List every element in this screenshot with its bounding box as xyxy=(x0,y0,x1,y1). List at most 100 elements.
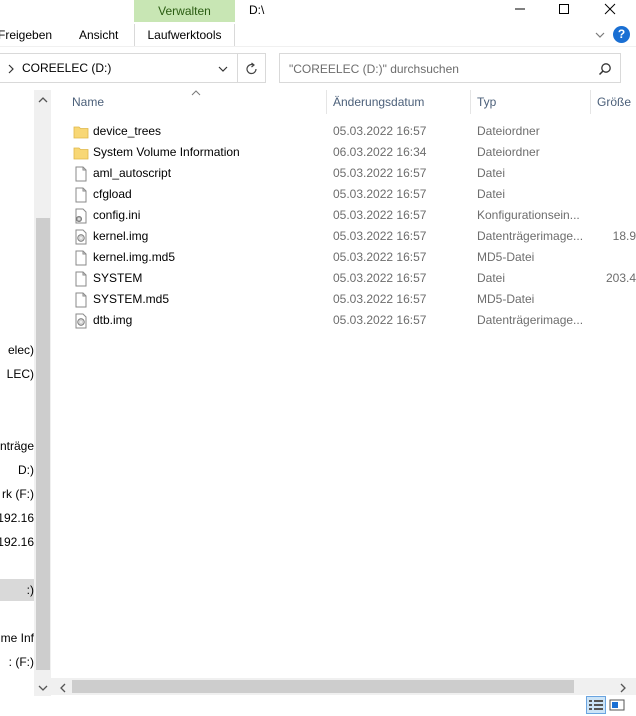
contextual-tab-verwalten[interactable]: Verwalten xyxy=(134,0,235,22)
help-button[interactable]: ? xyxy=(613,26,630,43)
chevron-down-icon xyxy=(218,66,228,72)
column-divider[interactable] xyxy=(590,90,591,114)
file-name[interactable]: dtb.img xyxy=(93,310,132,331)
tab-laufwerktools[interactable]: Laufwerktools xyxy=(134,24,235,46)
column-header-name[interactable]: Name xyxy=(72,90,104,114)
nav-item-label: :) xyxy=(26,583,34,597)
search-icon[interactable] xyxy=(598,62,612,76)
file-type: Datenträgerimage... xyxy=(477,229,584,243)
config-file-icon xyxy=(73,208,89,224)
refresh-icon xyxy=(246,62,257,75)
file-row[interactable]: SYSTEM.md5 05.03.2022 16:57 MD5-Datei xyxy=(67,289,636,310)
column-divider[interactable] xyxy=(470,90,471,114)
address-history-dropdown[interactable] xyxy=(217,63,229,75)
file-row[interactable]: kernel.img 05.03.2022 16:57 Datenträgerima… xyxy=(67,226,636,247)
column-header-size[interactable]: Größe xyxy=(597,90,631,114)
chevron-up-icon xyxy=(38,97,48,103)
minimize-button[interactable] xyxy=(497,0,543,18)
file-row[interactable]: aml_autoscript 05.03.2022 16:57 Datei xyxy=(67,163,636,184)
nav-item-label: elec) xyxy=(7,343,34,357)
file-icon xyxy=(73,271,89,287)
file-name[interactable]: device_trees xyxy=(93,121,161,142)
file-date: 05.03.2022 16:57 xyxy=(333,292,427,306)
nav-item-label: 192.16 xyxy=(0,511,34,525)
nav-scrollbar-thumb[interactable] xyxy=(36,218,50,670)
breadcrumb-chevron-icon[interactable] xyxy=(7,64,15,77)
nav-item[interactable]: rk (F:) xyxy=(0,483,34,505)
nav-item[interactable]: 192.16 xyxy=(0,531,34,553)
file-name[interactable]: aml_autoscript xyxy=(93,163,171,184)
scroll-right-button[interactable] xyxy=(618,682,628,693)
disk-image-icon xyxy=(73,229,89,245)
file-row[interactable]: System Volume Information 06.03.2022 16:3… xyxy=(67,142,636,163)
file-size: 203.4 xyxy=(605,271,636,285)
details-view-button[interactable] xyxy=(586,696,606,714)
search-input[interactable]: "COREELEC (D:)" durchsuchen xyxy=(279,53,621,83)
file-type: Datei xyxy=(477,187,506,201)
close-button[interactable] xyxy=(587,0,633,18)
large-icons-view-button[interactable] xyxy=(608,697,626,713)
file-name[interactable]: SYSTEM xyxy=(93,268,142,289)
file-row[interactable]: cfgload 05.03.2022 16:57 Datei xyxy=(67,184,636,205)
file-icon xyxy=(73,250,89,266)
file-icon xyxy=(73,292,89,308)
horizontal-scrollbar-thumb[interactable] xyxy=(72,680,574,693)
nav-item-selected[interactable]: :) xyxy=(0,579,34,601)
file-row[interactable]: device_trees 05.03.2022 16:57 Dateiordner xyxy=(67,121,636,142)
column-divider[interactable] xyxy=(326,90,327,114)
file-row[interactable]: dtb.img 05.03.2022 16:57 Datenträgerimage.… xyxy=(67,310,636,331)
file-icon xyxy=(73,166,89,182)
address-path[interactable]: COREELEC (D:) xyxy=(22,61,111,75)
file-row[interactable]: SYSTEM 05.03.2022 16:57 Datei 203.4 xyxy=(67,268,636,289)
file-name[interactable]: kernel.img xyxy=(93,226,148,247)
nav-item[interactable]: elec) xyxy=(0,339,34,361)
file-type: Datenträgerimage... xyxy=(477,313,584,327)
file-name[interactable]: SYSTEM.md5 xyxy=(93,289,169,310)
file-type: Dateiordner xyxy=(477,145,540,159)
minimize-icon xyxy=(515,8,525,10)
nav-item-label: : (F:) xyxy=(8,655,34,669)
tab-freigeben[interactable]: Freigeben xyxy=(0,24,52,46)
nav-item[interactable]: me Inf xyxy=(0,627,34,649)
nav-item-label: enträge xyxy=(0,439,34,453)
scroll-left-button[interactable] xyxy=(58,682,68,693)
file-date: 06.03.2022 16:34 xyxy=(333,145,427,159)
scroll-up-button[interactable] xyxy=(38,94,48,104)
tab-ansicht[interactable]: Ansicht xyxy=(79,24,118,46)
large-icons-view-icon xyxy=(609,699,625,711)
file-row[interactable]: kernel.img.md5 05.03.2022 16:57 MD5-Datei xyxy=(67,247,636,268)
file-date: 05.03.2022 16:57 xyxy=(333,250,427,264)
chevron-right-icon xyxy=(620,683,626,693)
nav-item[interactable]: enträge xyxy=(0,435,34,457)
file-type: MD5-Datei xyxy=(477,292,535,306)
folder-icon xyxy=(73,145,89,161)
column-header-type[interactable]: Typ xyxy=(477,90,496,114)
maximize-icon xyxy=(559,4,569,14)
file-date: 05.03.2022 16:57 xyxy=(333,271,427,285)
column-header-date[interactable]: Änderungsdatum xyxy=(333,90,424,114)
address-bar[interactable]: COREELEC (D:) xyxy=(0,53,238,83)
file-date: 05.03.2022 16:57 xyxy=(333,187,427,201)
file-name[interactable]: config.ini xyxy=(93,205,140,226)
nav-item[interactable]: : (F:) xyxy=(0,651,34,673)
file-name[interactable]: kernel.img.md5 xyxy=(93,247,175,268)
nav-item-label: LEC) xyxy=(6,367,34,381)
nav-item[interactable]: 192.16 xyxy=(0,507,34,529)
ribbon-divider xyxy=(0,46,636,47)
file-type: Datei xyxy=(477,166,506,180)
chevron-down-icon xyxy=(595,32,605,38)
nav-item[interactable]: LEC) xyxy=(0,363,34,385)
file-date: 05.03.2022 16:57 xyxy=(333,124,427,138)
file-row[interactable]: config.ini 05.03.2022 16:57 Konfigurations… xyxy=(67,205,636,226)
file-date: 05.03.2022 16:57 xyxy=(333,166,427,180)
scroll-down-button[interactable] xyxy=(38,682,48,692)
refresh-button[interactable] xyxy=(238,53,266,83)
ribbon-tab-bar: Freigeben Ansicht Laufwerktools xyxy=(0,24,636,46)
maximize-button[interactable] xyxy=(541,0,587,18)
expand-ribbon-button[interactable] xyxy=(594,29,606,41)
file-name[interactable]: cfgload xyxy=(93,184,132,205)
file-type: Dateiordner xyxy=(477,124,540,138)
file-date: 05.03.2022 16:57 xyxy=(333,208,427,222)
file-name[interactable]: System Volume Information xyxy=(93,142,240,163)
nav-item[interactable]: D:) xyxy=(0,459,34,481)
